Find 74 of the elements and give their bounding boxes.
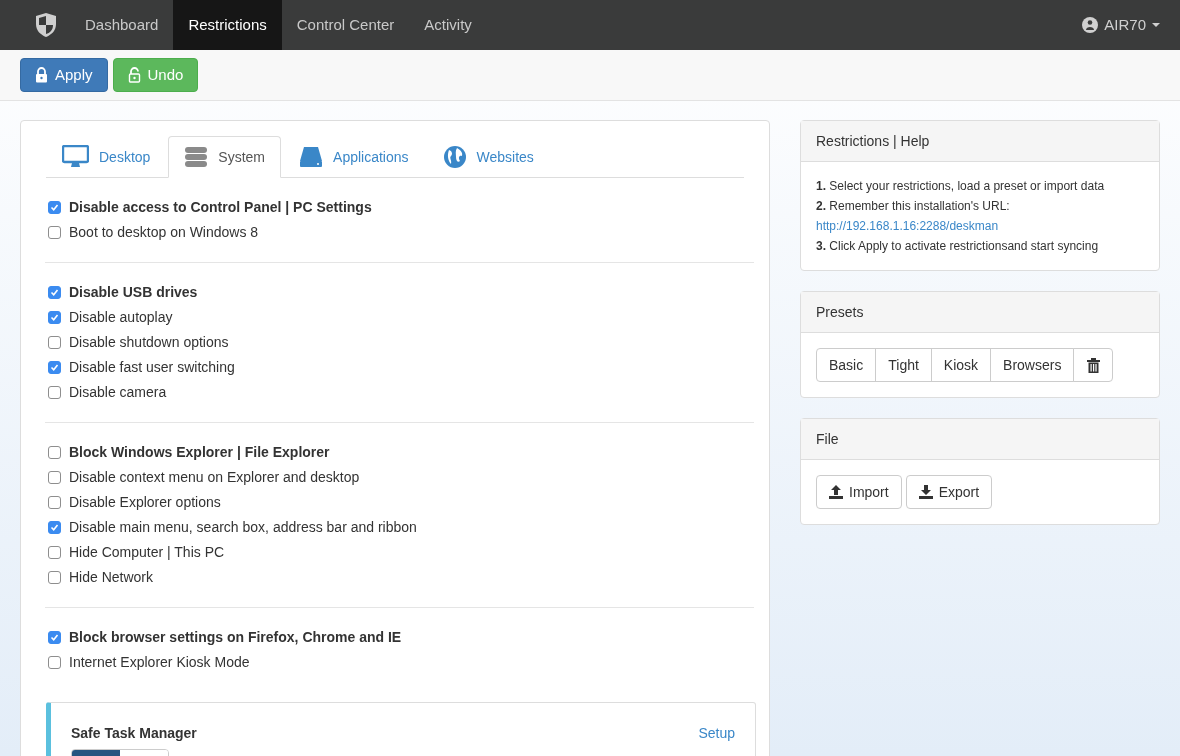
checkmark-icon <box>50 203 59 212</box>
checkmark-icon <box>50 313 59 322</box>
checkbox[interactable] <box>48 286 61 299</box>
checkbox[interactable] <box>48 571 61 584</box>
nav-link[interactable]: Dashboard <box>70 0 174 50</box>
option-label: Hide Network <box>69 568 154 587</box>
option-label: Block Windows Explorer | File Explorer <box>69 443 330 462</box>
option-label: Disable USB drives <box>69 283 198 302</box>
checkmark-icon <box>50 633 59 642</box>
option-label: Boot to desktop on Windows 8 <box>69 223 259 242</box>
option-label: Internet Explorer Kiosk Mode <box>69 653 250 672</box>
option-label: Disable main menu, search box, address bar and ribbon <box>69 518 417 537</box>
delete-button[interactable] <box>1073 348 1114 382</box>
url-link[interactable]: http://192.168.1.16:2288/deskman <box>816 216 999 236</box>
preset-button[interactable]: Browsers <box>990 348 1075 382</box>
checkmark-icon <box>50 288 59 297</box>
tab[interactable]: Desktop <box>46 136 167 178</box>
checkbox[interactable] <box>48 226 61 239</box>
setup-link[interactable]: Setup <box>698 723 735 744</box>
nav-link[interactable]: Control Center <box>281 0 410 50</box>
tab[interactable]: Websites <box>426 136 550 178</box>
hard-drive-icon <box>299 146 324 168</box>
panel-heading: Presets <box>801 292 1159 333</box>
shield-icon <box>35 12 57 38</box>
help-step: 3. Click Apply to activate restrictionsand start syncing <box>816 236 1144 256</box>
nav-link[interactable]: Restrictions <box>173 0 282 50</box>
checkbox[interactable] <box>48 546 61 559</box>
checkbox[interactable] <box>48 446 61 459</box>
option-label: Disable autoplay <box>69 308 173 327</box>
option-label: Disable camera <box>69 383 167 402</box>
checkbox[interactable] <box>48 201 61 214</box>
tab[interactable]: Applications <box>283 136 425 178</box>
monitor-icon <box>62 145 89 169</box>
option-label: Disable context menu on Explorer and desktop <box>69 468 360 487</box>
file-button[interactable]: Import <box>816 475 902 509</box>
checkbox[interactable] <box>48 336 61 349</box>
checkbox[interactable] <box>48 631 61 644</box>
padlock-icon <box>35 67 48 83</box>
help-step: 1. Select your restrictions, load a preset or import data <box>816 176 1144 196</box>
panel-heading: Restrictions | Help <box>801 121 1159 162</box>
option-label: Disable shutdown options <box>69 333 229 352</box>
user-icon <box>1082 17 1099 33</box>
preset-button[interactable]: Tight <box>875 348 932 382</box>
preset-button[interactable]: Basic <box>816 348 877 382</box>
tab[interactable]: System <box>168 136 282 178</box>
caret-icon <box>1152 22 1160 28</box>
checkbox[interactable] <box>48 361 61 374</box>
option-label: Hide Computer | This PC <box>69 543 225 562</box>
help-step: 2. Remember this installation's URL: <box>816 196 1144 216</box>
option-label: Disable Explorer options <box>69 493 221 512</box>
file-button[interactable]: Export <box>905 475 993 509</box>
user-menu[interactable]: AIR70 <box>1082 13 1160 37</box>
checkmark-icon <box>50 523 59 532</box>
option-label: Disable access to Control Panel | PC Settings <box>69 198 372 217</box>
checkbox[interactable] <box>48 386 61 399</box>
preset-button[interactable]: Kiosk <box>930 348 992 382</box>
download-icon <box>918 485 933 499</box>
globe-icon <box>442 145 467 169</box>
checkbox[interactable] <box>48 656 61 669</box>
server-stack-icon <box>184 146 209 168</box>
toolbar-button[interactable]: Apply <box>20 58 108 92</box>
checkbox[interactable] <box>48 311 61 324</box>
card-title: Safe Task Manager <box>71 724 197 743</box>
checkbox[interactable] <box>48 521 61 534</box>
checkbox[interactable] <box>48 496 61 509</box>
trash-icon <box>1086 357 1100 373</box>
upload-icon <box>829 485 843 499</box>
panel-heading: File <box>801 419 1159 460</box>
checkmark-icon <box>50 363 59 372</box>
option-label: Disable fast user switching <box>69 358 235 377</box>
option-label: Block browser settings on Firefox, Chrome and IE <box>69 628 402 647</box>
checkbox[interactable] <box>48 471 61 484</box>
open-padlock-icon <box>127 67 141 83</box>
nav-link[interactable]: Activity <box>409 0 487 50</box>
